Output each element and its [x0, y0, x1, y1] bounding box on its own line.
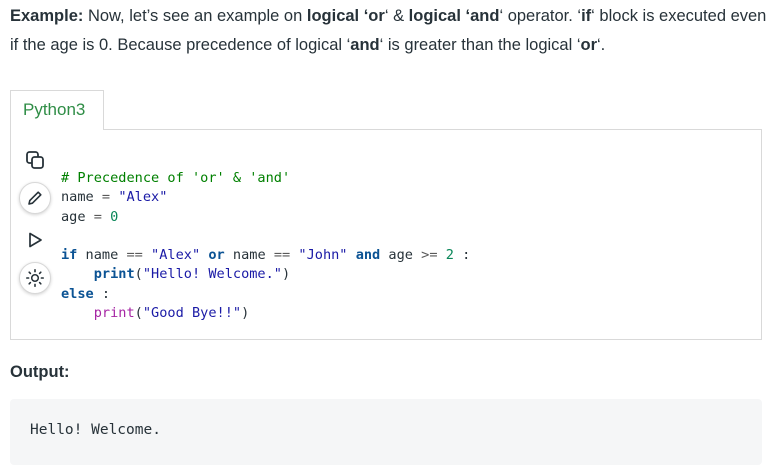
code-keyword: if	[61, 247, 78, 264]
code-punct: (	[134, 266, 143, 283]
output-title: Output:	[10, 363, 70, 381]
code-content[interactable]: # Precedence of 'or' & 'and' name = "Alex…	[61, 153, 470, 339]
code-var: age	[380, 247, 422, 264]
code-var: name	[77, 247, 127, 264]
edit-button[interactable]	[19, 182, 51, 214]
run-button[interactable]	[19, 224, 51, 256]
intro-bold-if: if	[581, 7, 592, 25]
code-keyword: and	[355, 247, 381, 264]
intro-text-3: ‘ operator. ‘	[499, 7, 582, 25]
code-operator: ==	[126, 247, 143, 264]
code-operator: =	[85, 208, 111, 225]
code-line-2: name = "Alex"	[61, 188, 470, 207]
code-operator: =	[93, 189, 119, 206]
code-string: "Good Bye!!"	[142, 305, 242, 322]
code-operator: >=	[421, 247, 438, 264]
code-function: print	[93, 266, 135, 283]
code-line-7: else :	[61, 285, 470, 304]
code-string: "Hello! Welcome."	[142, 266, 282, 283]
theme-toggle-button[interactable]	[19, 262, 51, 294]
output-box: Hello! Welcome.	[10, 399, 762, 465]
example-label: Example:	[10, 7, 84, 25]
intro-bold-and-2: and	[350, 36, 380, 54]
code-punct: :	[453, 247, 471, 264]
tab-label: Python3	[23, 100, 86, 119]
tab-python3[interactable]: Python3	[10, 90, 104, 130]
code-function: print	[93, 305, 135, 322]
intro-bold-and: logical ‘and	[408, 7, 500, 25]
code-punct: )	[282, 266, 291, 283]
code-number: 0	[110, 208, 119, 225]
code-comment: # Precedence of 'or' & 'and'	[61, 170, 291, 186]
code-keyword: or	[208, 247, 225, 264]
code-line-5: if name == "Alex" or name == "John" and …	[61, 246, 470, 265]
code-var: name	[224, 247, 274, 264]
intro-bold-or: logical ‘or	[306, 7, 385, 25]
code-var: name	[61, 189, 94, 206]
intro-bold-or-2: or	[580, 36, 598, 54]
example-paragraph: Example: Now, let’s see an example on lo…	[10, 2, 768, 60]
intro-text-1: Now, let’s see an example on	[83, 7, 307, 25]
intro-text-2: ‘ &	[384, 7, 409, 25]
code-string: "Alex"	[118, 189, 168, 206]
code-operator: ==	[273, 247, 291, 264]
copy-icon	[26, 151, 44, 169]
pencil-icon	[28, 191, 42, 205]
code-line-3: age = 0	[61, 208, 470, 227]
code-line-1: # Precedence of 'or' & 'and'	[61, 169, 470, 188]
sun-icon	[25, 268, 45, 288]
play-icon	[29, 232, 42, 248]
code-line-8: print("Good Bye!!")	[61, 304, 470, 323]
output-text: Hello! Welcome.	[30, 422, 161, 438]
copy-button[interactable]	[19, 144, 51, 176]
code-string: "Alex"	[142, 247, 209, 264]
code-var: age	[61, 208, 86, 225]
code-line-6: print("Hello! Welcome.")	[61, 265, 470, 284]
code-punct: )	[241, 305, 250, 322]
code-number: 2	[437, 247, 454, 264]
code-string: "John"	[290, 247, 356, 264]
code-punct: (	[134, 305, 143, 322]
code-punct: :	[93, 285, 111, 302]
code-keyword: else	[61, 285, 94, 302]
intro-text-5: ‘ is greater than the logical ‘	[379, 36, 581, 54]
intro-text-6: ‘.	[597, 36, 606, 54]
